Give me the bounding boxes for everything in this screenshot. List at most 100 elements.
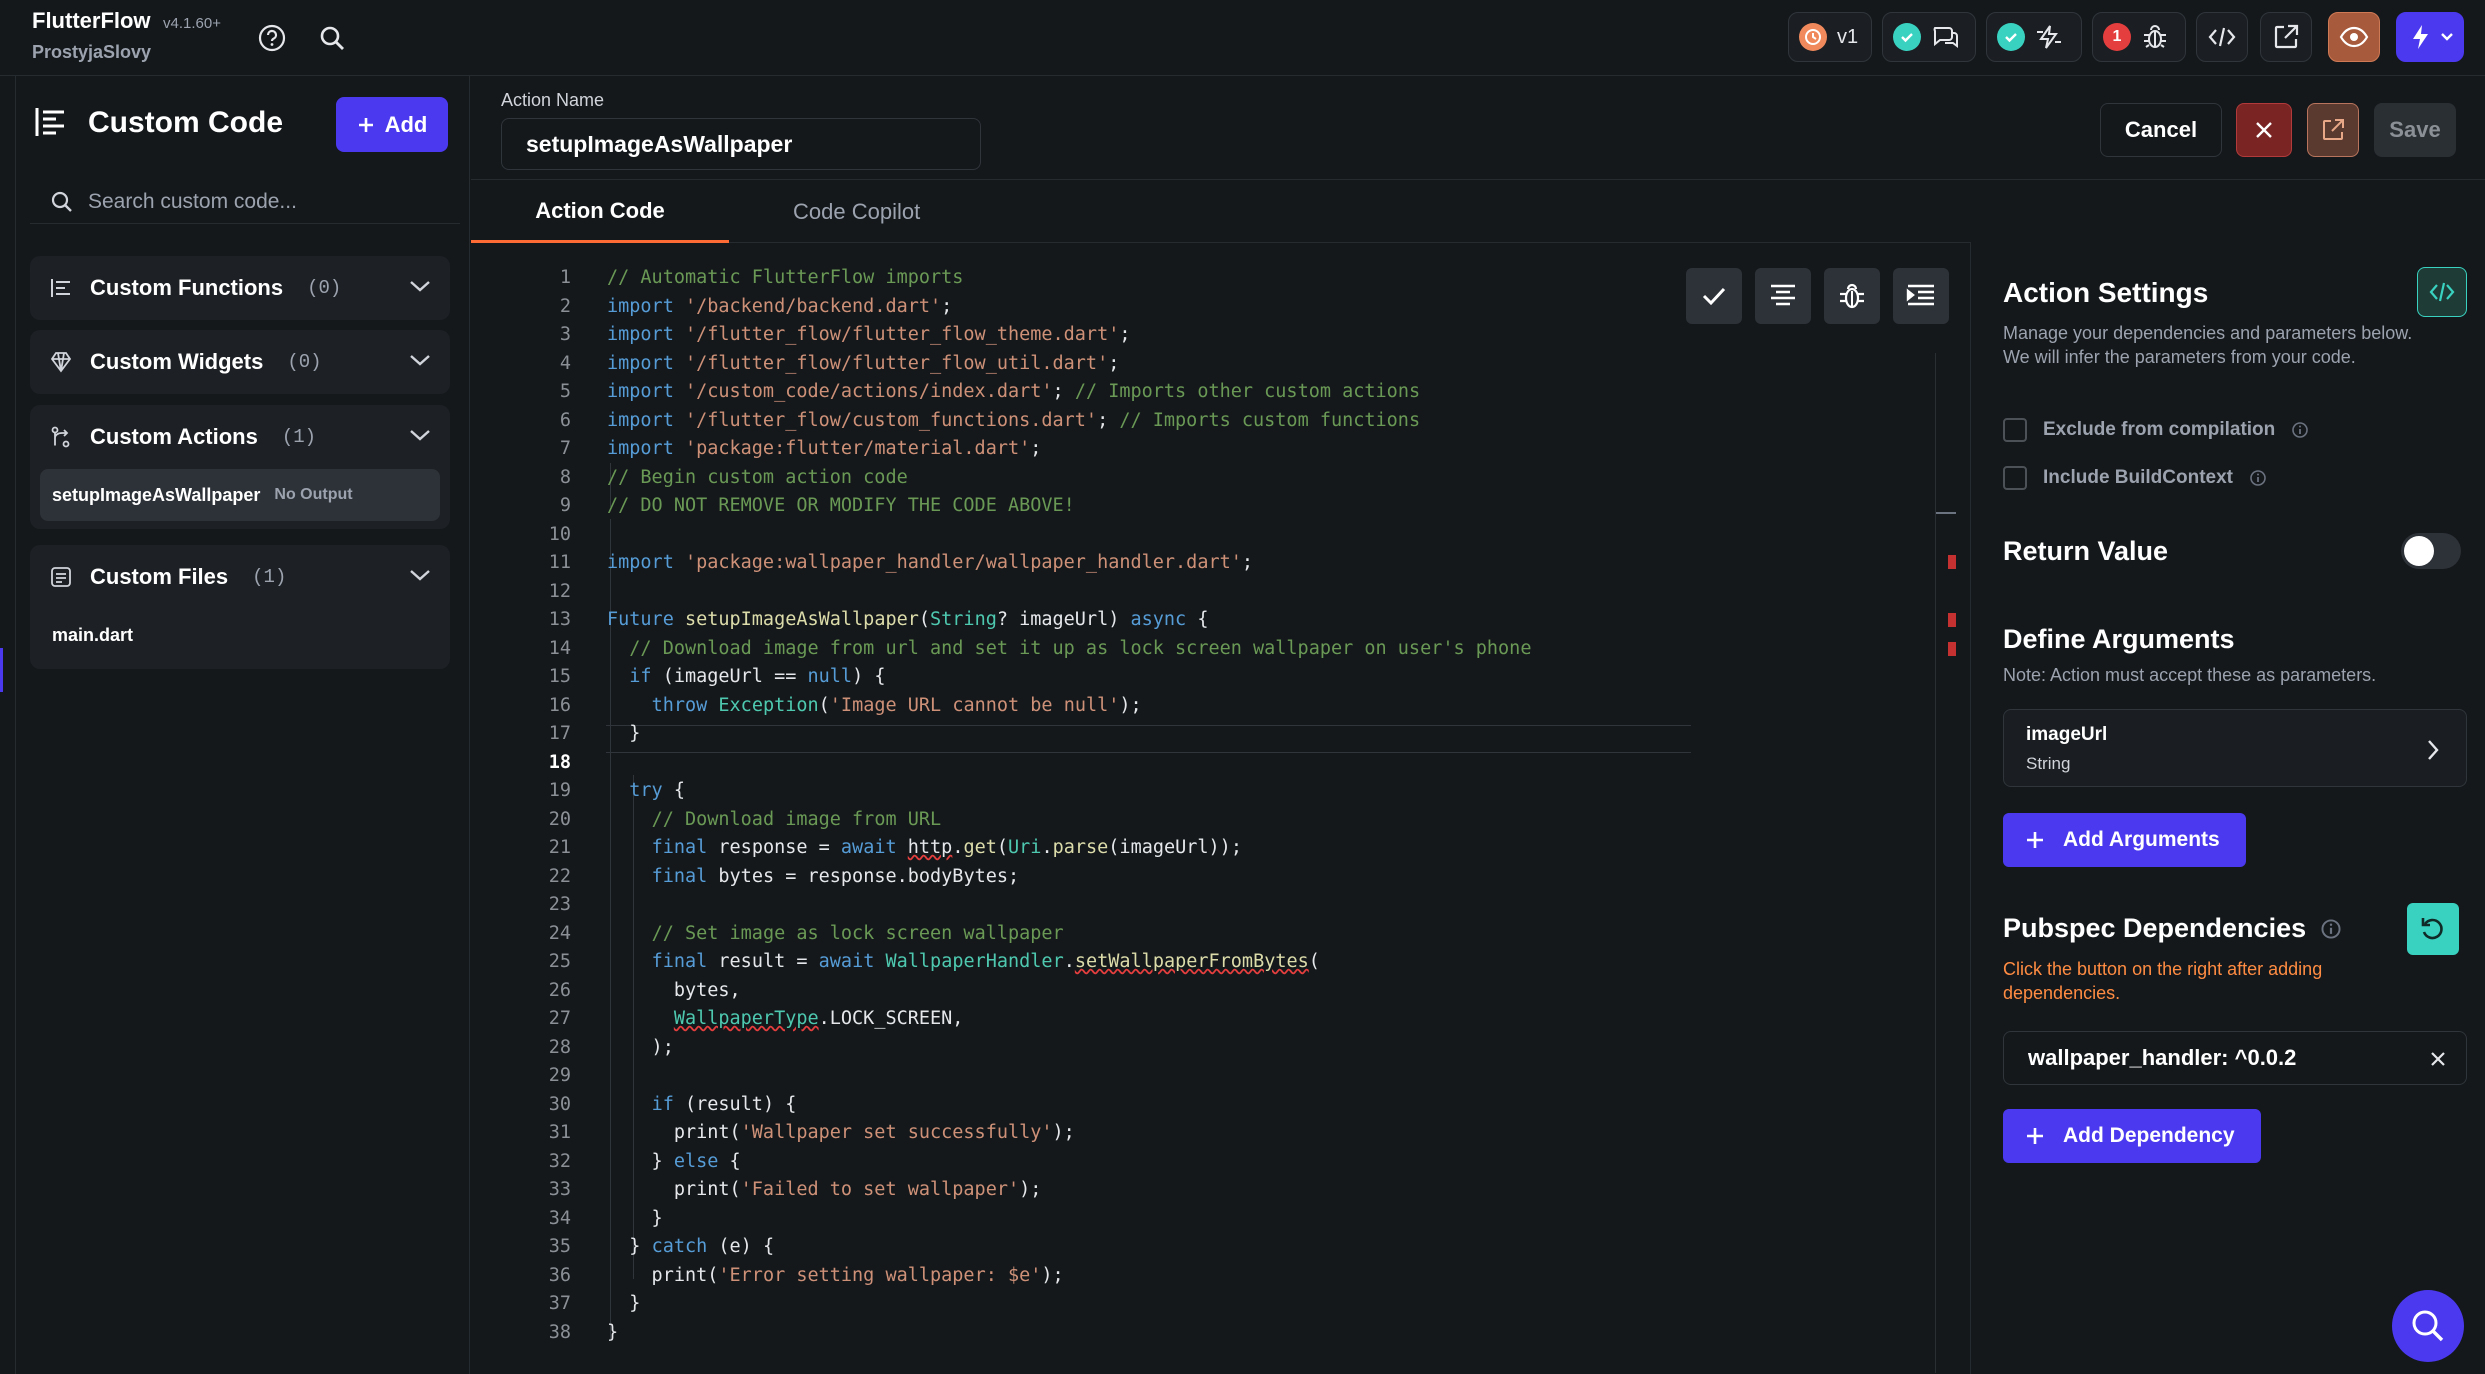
- open-in-editor-button[interactable]: [2307, 103, 2359, 157]
- indent-button[interactable]: [1893, 268, 1949, 324]
- line-number: 29: [548, 1065, 571, 1086]
- section-label: Custom Widgets: [90, 349, 264, 374]
- add-arguments-button[interactable]: Add Arguments: [2003, 813, 2246, 867]
- check-icon: [1893, 23, 1921, 51]
- cancel-button[interactable]: Cancel: [2100, 103, 2222, 157]
- current-line-highlight: [606, 725, 1691, 753]
- code-text: import '/flutter_flow/custom_functions.d…: [607, 409, 1421, 431]
- custom-file-item[interactable]: main.dart: [40, 609, 440, 661]
- code-text: import '/flutter_flow/flutter_flow_theme…: [607, 324, 1131, 345]
- section-label: Custom Files: [90, 564, 229, 589]
- section-header-custom-files[interactable]: Custom Files (1): [30, 545, 450, 609]
- include-buildcontext-checkbox[interactable]: [2003, 466, 2027, 490]
- top-bar: FlutterFlow v4.1.60+ ProstyjaSlovy v1 1: [0, 0, 2485, 76]
- code-text: import '/flutter_flow/flutter_flow_util.…: [607, 352, 1120, 374]
- code-text: // Set image as lock screen wallpaper: [651, 922, 1064, 944]
- help-search-fab[interactable]: [2392, 1290, 2464, 1362]
- chevron-down-icon: [410, 355, 430, 366]
- add-dependency-button[interactable]: Add Dependency: [2003, 1109, 2261, 1163]
- add-custom-code-button[interactable]: Add: [336, 97, 448, 152]
- code-text: final result = await WallpaperHandler.se…: [651, 951, 1320, 972]
- refresh-dependencies-button[interactable]: [2407, 903, 2459, 955]
- code-text: } catch (e) {: [607, 1236, 775, 1257]
- section-header-custom-actions[interactable]: Custom Actions (1): [30, 405, 450, 469]
- code-text: final response = await http.get(Uri.pars…: [651, 837, 1242, 858]
- code-text: }: [607, 1321, 619, 1343]
- bug-icon: [2141, 23, 2169, 51]
- code-text: // Begin custom action code: [607, 466, 908, 488]
- info-icon[interactable]: [2291, 421, 2309, 439]
- line-number: 34: [548, 1207, 571, 1229]
- custom-action-name: setupImageAsWallpaper: [52, 484, 261, 505]
- line-number: 5: [559, 381, 571, 402]
- tab-action-code[interactable]: Action Code: [471, 181, 729, 243]
- debug-code-button[interactable]: [1824, 268, 1880, 324]
- line-number: 36: [548, 1264, 571, 1286]
- build-pill[interactable]: [1986, 12, 2082, 62]
- description-line-2: We will infer the parameters from your c…: [2003, 347, 2356, 367]
- action-settings-panel: Action Settings Manage your dependencies…: [1970, 243, 2485, 1374]
- save-button[interactable]: Save: [2374, 103, 2456, 157]
- line-number: 3: [559, 324, 571, 345]
- help-icon[interactable]: [254, 20, 290, 56]
- section-count: (0): [307, 277, 342, 299]
- plus-icon: [2027, 832, 2043, 848]
- comments-pill[interactable]: [1882, 12, 1976, 62]
- version-pill[interactable]: v1: [1788, 12, 1872, 62]
- action-header: Action Name setupImageAsWallpaper Cancel…: [471, 76, 2485, 180]
- format-code-button[interactable]: [1755, 268, 1811, 324]
- indent-icon: [1906, 284, 1934, 306]
- view-boilerplate-button[interactable]: [2417, 267, 2467, 317]
- chevron-down-icon: [410, 281, 430, 292]
- close-icon[interactable]: [2428, 1049, 2448, 1069]
- return-value-toggle[interactable]: [2401, 533, 2461, 569]
- section-header-custom-functions[interactable]: Custom Functions (0): [30, 256, 450, 320]
- flash-list-icon: [2035, 24, 2063, 50]
- code-text: if (imageUrl == null) {: [629, 666, 886, 687]
- error-marker: [1948, 642, 1956, 656]
- custom-code-sidebar: Custom Code Add Search custom code... Cu…: [16, 76, 470, 1374]
- section-label: Custom Functions: [90, 275, 284, 300]
- delete-button[interactable]: [2236, 103, 2292, 157]
- custom-action-item[interactable]: setupImageAsWallpaper No Output: [40, 469, 440, 521]
- debug-pill[interactable]: 1: [2092, 12, 2186, 62]
- exclude-from-compilation-row[interactable]: Exclude from compilation: [2003, 418, 2309, 442]
- code-text: } else {: [607, 1150, 741, 1172]
- action-settings-description: Manage your dependencies and parameters …: [2003, 321, 2423, 369]
- toggle-knob: [2404, 536, 2434, 566]
- open-external-button[interactable]: [2260, 12, 2312, 62]
- search-custom-code-input[interactable]: Search custom code...: [30, 180, 460, 224]
- argument-card[interactable]: imageUrl String: [2003, 709, 2467, 787]
- code-text: // Download image from url and set it up…: [629, 637, 1532, 659]
- preview-button[interactable]: [2328, 12, 2380, 62]
- line-number: 1: [559, 267, 571, 288]
- include-buildcontext-label: Include BuildContext: [2043, 467, 2233, 488]
- line-number: 16: [548, 694, 571, 716]
- exclude-checkbox[interactable]: [2003, 418, 2027, 442]
- tab-code-copilot[interactable]: Code Copilot: [793, 181, 920, 243]
- include-buildcontext-row[interactable]: Include BuildContext: [2003, 466, 2267, 490]
- line-number: 4: [559, 352, 571, 374]
- code-view-button[interactable]: [2196, 12, 2248, 62]
- info-icon[interactable]: [2320, 918, 2342, 940]
- code-text: WallpaperType.LOCK_SCREEN,: [673, 1008, 964, 1029]
- editor-scrollbar[interactable]: [1935, 353, 1936, 1373]
- section-header-custom-widgets[interactable]: Custom Widgets (0): [30, 330, 450, 394]
- info-icon[interactable]: [2249, 469, 2267, 487]
- code-text: // DO NOT REMOVE OR MODIFY THE CODE ABOV…: [607, 495, 1075, 516]
- line-number: 22: [548, 865, 571, 887]
- dependency-value: wallpaper_handler: ^0.0.2: [2028, 1045, 2297, 1070]
- line-number: 28: [548, 1036, 571, 1058]
- align-center-icon: [1771, 284, 1795, 306]
- pubspec-note: Click the button on the right after addi…: [2003, 959, 2323, 1003]
- search-icon[interactable]: [314, 20, 350, 56]
- run-button[interactable]: [2396, 12, 2464, 62]
- action-name-input[interactable]: setupImageAsWallpaper: [501, 118, 981, 170]
- line-number: 19: [548, 780, 571, 801]
- project-name[interactable]: ProstyjaSlovy: [32, 42, 151, 63]
- check-code-button[interactable]: [1686, 268, 1742, 324]
- function-list-icon: [51, 279, 70, 297]
- code-editor[interactable]: 1 // Automatic FlutterFlow imports 2 import…: [471, 243, 1970, 1374]
- refresh-icon: [2421, 918, 2443, 940]
- dependency-field[interactable]: wallpaper_handler: ^0.0.2: [2003, 1031, 2467, 1085]
